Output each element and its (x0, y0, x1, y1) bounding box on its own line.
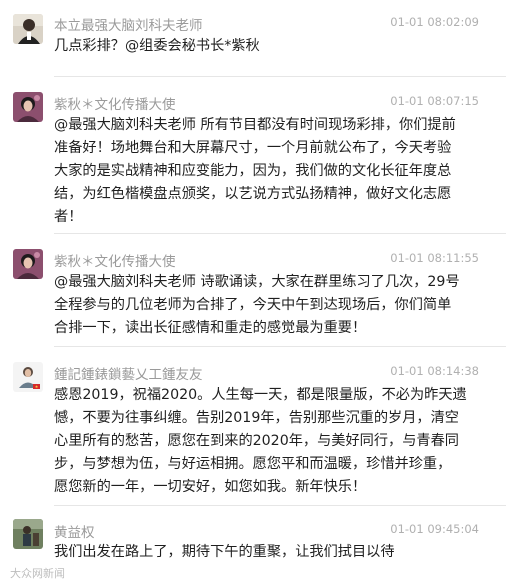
sender-name[interactable]: 紫秋＊文化传播大使 (54, 93, 176, 113)
message-line: 结，为红色楷模盘点颁奖，以艺说方式弘扬精神，做好文化志愿 (54, 186, 452, 202)
message-timestamp: 01-01 08:07:15 (390, 94, 479, 108)
avatar[interactable] (13, 519, 43, 549)
sender-name[interactable]: 本立最强大脑刘科夫老师 (54, 14, 203, 34)
sender-name[interactable]: 黄益权 (54, 521, 95, 541)
avatar[interactable] (13, 14, 43, 44)
message-line: 愿您新的一年，一切安好，如您如我。新年快乐！ (54, 479, 367, 495)
message-timestamp: 01-01 08:14:38 (390, 364, 479, 378)
message-line: 步，与梦想为伍，与好运相拥。愿您平和而温暖，珍惜并珍重， (54, 456, 452, 472)
message-line: 我们出发在路上了，期待下午的重聚，让我们拭目以待 (54, 544, 395, 560)
message-text: 我们出发在路上了，期待下午的重聚，让我们拭目以待 (54, 541, 484, 564)
divider (54, 233, 506, 234)
svg-text:★: ★ (35, 384, 39, 389)
message-timestamp: 01-01 08:02:09 (390, 15, 479, 29)
message-text: 感恩2019，祝福2020。人生每一天，都是限量版，不必为昨天遗 憾，不要为往事… (54, 384, 484, 499)
message-line: 感恩2019，祝福2020。人生每一天，都是限量版，不必为昨天遗 (54, 387, 467, 403)
message-text: @最强大脑刘科夫老师 诗歌诵读，大家在群里练习了几次，29号 全程参与的几位老师… (54, 271, 484, 340)
divider (54, 505, 506, 506)
message-line: 心里所有的愁苦，愿您在到来的2020年，与美好同行，与青春同 (54, 433, 459, 449)
message-timestamp: 01-01 09:45:04 (390, 522, 479, 536)
message-text: 几点彩排？@组委会秘书长*紫秋 (54, 35, 484, 58)
divider (54, 76, 506, 77)
divider (54, 346, 506, 347)
message-line: 憾，不要为往事纠缠。告别2019年，告别那些沉重的岁月，清空 (54, 410, 459, 426)
message-line: 合排一下，读出长征感情和重走的感觉最为重要！ (54, 320, 367, 336)
sender-name[interactable]: 鍾記鍾錶鎖藝乂工鍾友友 (54, 363, 203, 383)
message-line: 全程参与的几位老师为合排了，今天中午到达现场后，你们简单 (54, 297, 452, 313)
avatar[interactable] (13, 249, 43, 279)
sender-name[interactable]: 紫秋＊文化传播大使 (54, 250, 176, 270)
message-line: 大家的是实战精神和应变能力，因为，我们做的文化长征年度总 (54, 163, 452, 179)
avatar[interactable]: ★ (13, 362, 43, 392)
message-timestamp: 01-01 08:11:55 (390, 251, 479, 265)
message-line: 准备好！场地舞台和大屏幕尺寸，一个月前就公布了，今天考验 (54, 140, 452, 156)
message-line: 几点彩排？@组委会秘书长*紫秋 (54, 38, 260, 54)
message-line: @最强大脑刘科夫老师 诗歌诵读，大家在群里练习了几次，29号 (54, 274, 460, 290)
message-line: 者！ (54, 209, 83, 225)
message-line: @最强大脑刘科夫老师 所有节目都没有时间现场彩排，你们提前 (54, 117, 456, 133)
message-text: @最强大脑刘科夫老师 所有节目都没有时间现场彩排，你们提前 准备好！场地舞台和大… (54, 114, 484, 229)
watermark: 大众网新闻 (10, 567, 65, 580)
avatar[interactable] (13, 92, 43, 122)
